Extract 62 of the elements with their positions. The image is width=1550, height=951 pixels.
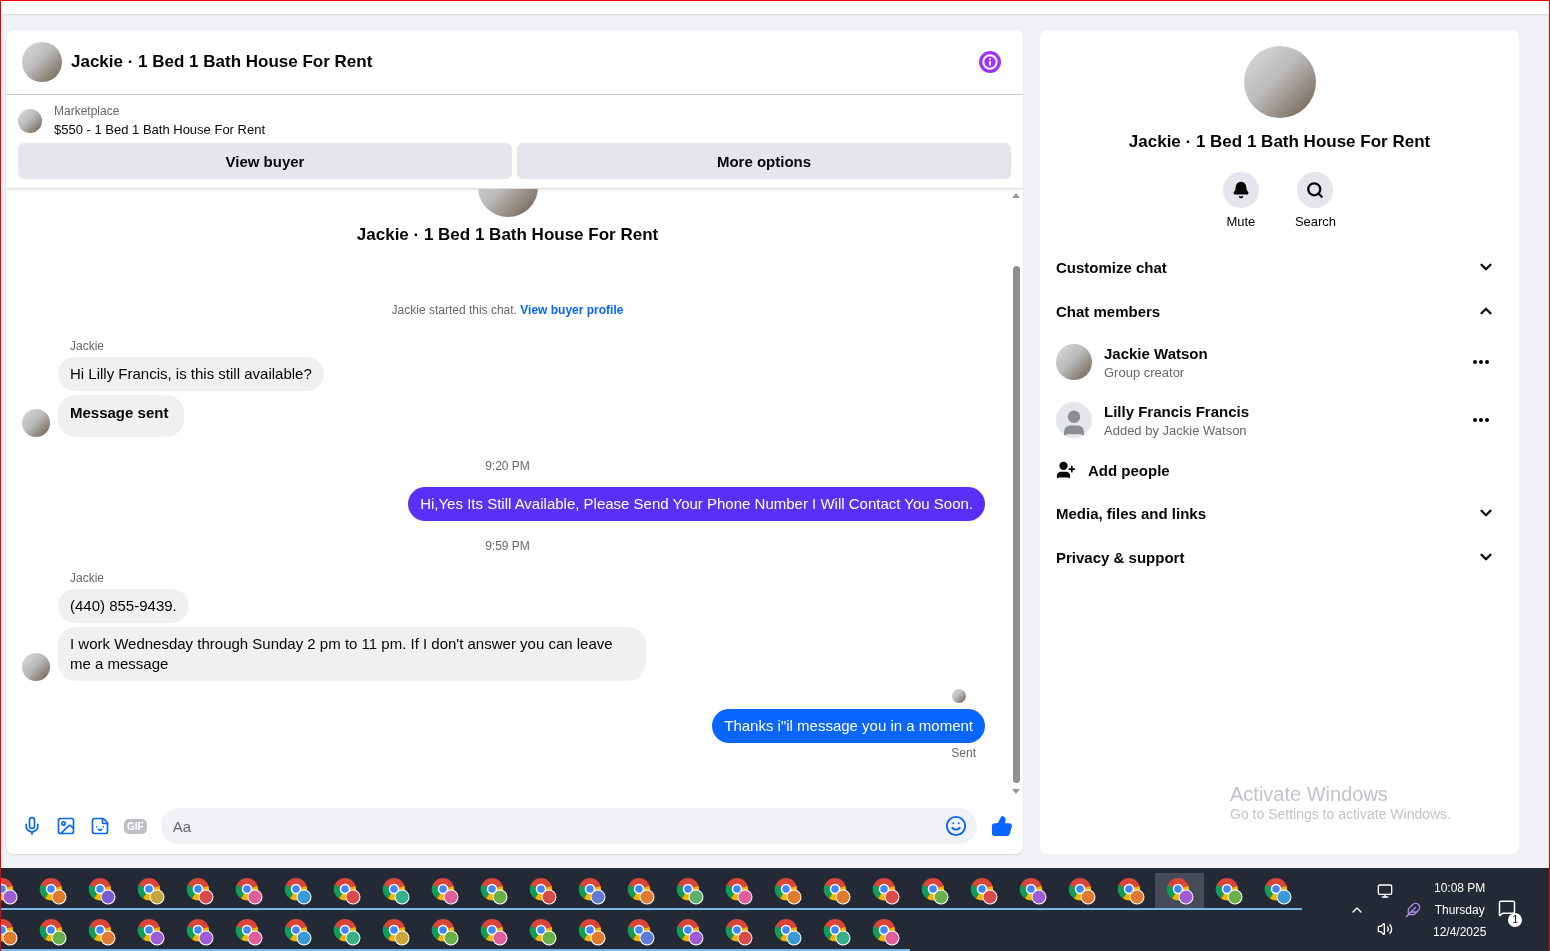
message-time: 9:59 PM	[484, 539, 531, 553]
member-name: Jackie Watson	[1104, 344, 1208, 362]
search-button[interactable]	[1297, 172, 1334, 208]
chat-title: Jackie · 1 Bed 1 Bath House For Rent	[71, 52, 374, 72]
chat-intro-title: Jackie · 1 Bed 1 Bath House For Rent	[355, 225, 660, 245]
section-header[interactable]: Media, files and links	[1056, 491, 1503, 535]
notification-count: 1	[1508, 912, 1523, 927]
taskbar-app[interactable]	[1155, 873, 1204, 910]
message-bubble: Hi,Yes Its Still Available, Please Send Your Phone Number I Will Contact You Soon.	[408, 487, 985, 521]
member-role: Group creator	[1104, 364, 1186, 380]
clock-date: 12/4/2025	[1433, 924, 1487, 939]
buyer-profile-link[interactable]: View buyer profile	[520, 303, 624, 317]
volume-icon[interactable]	[1377, 920, 1393, 937]
member-role: Added by Jackie Watson	[1104, 422, 1248, 438]
section-header[interactable]: Customize chat	[1056, 245, 1503, 289]
section-header[interactable]: Privacy & support	[1056, 535, 1503, 579]
message-bubble: Hi Lilly Francis, is this still available?	[58, 357, 324, 391]
system-message: Jackie started this chat. View buyer profile	[390, 303, 625, 317]
clock-time: 10:08 PM	[1434, 880, 1486, 895]
listing-summary: $550 - 1 Bed 1 Bath House For Rent	[54, 122, 265, 137]
seen-avatar	[952, 689, 966, 703]
thumbs-up-icon[interactable]	[991, 815, 1013, 837]
info-icon[interactable]	[979, 51, 1001, 73]
message-input-field[interactable]: Aa	[170, 816, 937, 836]
action-button[interactable]: More options	[517, 143, 1011, 179]
message-bubble: Message sent	[58, 395, 185, 437]
section-header[interactable]: Chat members	[1056, 289, 1503, 333]
bell-button[interactable]	[1222, 172, 1259, 208]
emoji-icon[interactable]	[945, 815, 967, 837]
sender-name: Jackie	[70, 571, 105, 585]
microphone-icon[interactable]	[22, 816, 42, 836]
listing-source: Marketplace	[54, 104, 121, 118]
search-icon	[1306, 181, 1325, 199]
network-icon[interactable]	[1377, 882, 1393, 899]
member-name: Lilly Francis Francis	[1104, 402, 1250, 420]
feather-icon[interactable]	[1405, 901, 1421, 918]
photo-placeholder	[22, 42, 62, 82]
message-time: 9:20 PM	[484, 459, 531, 473]
details-title: Jackie · 1 Bed 1 Bath House For Rent	[1127, 132, 1432, 152]
photo-placeholder	[18, 108, 42, 133]
action-label: Mute	[1226, 214, 1256, 229]
more-options-button[interactable]	[1473, 418, 1489, 422]
bell-icon	[1231, 181, 1250, 199]
action-button[interactable]: View buyer	[18, 143, 512, 179]
message-bubble: Thanks i"il message you in a moment	[712, 709, 985, 743]
add-people-button[interactable]: Add people	[1056, 449, 1170, 491]
ellipsis-icon	[1473, 360, 1489, 364]
sender-name: Jackie	[70, 339, 105, 353]
image-icon[interactable]	[56, 816, 76, 836]
add-person-icon	[1056, 460, 1076, 480]
action-label: Search	[1294, 214, 1337, 229]
ellipsis-icon	[1473, 418, 1489, 422]
clock-day: Thursday	[1434, 902, 1485, 917]
message-field[interactable]: Aa	[160, 808, 977, 844]
message-bubble: (440) 855-9439.	[58, 589, 189, 623]
message-bubble: I work Wednesday through Sunday 2 pm to 11 pm. If I don't answer you can leave me a message	[58, 627, 646, 681]
activation-notice-title: Activate Windows	[1230, 783, 1389, 806]
more-options-button[interactable]	[1473, 360, 1489, 364]
sticker-icon[interactable]	[90, 816, 110, 836]
notification-icon[interactable]	[1498, 898, 1517, 917]
activation-notice-text: Go to Settings to activate Windows.	[1230, 806, 1451, 822]
delivery-status: Sent	[950, 746, 976, 760]
